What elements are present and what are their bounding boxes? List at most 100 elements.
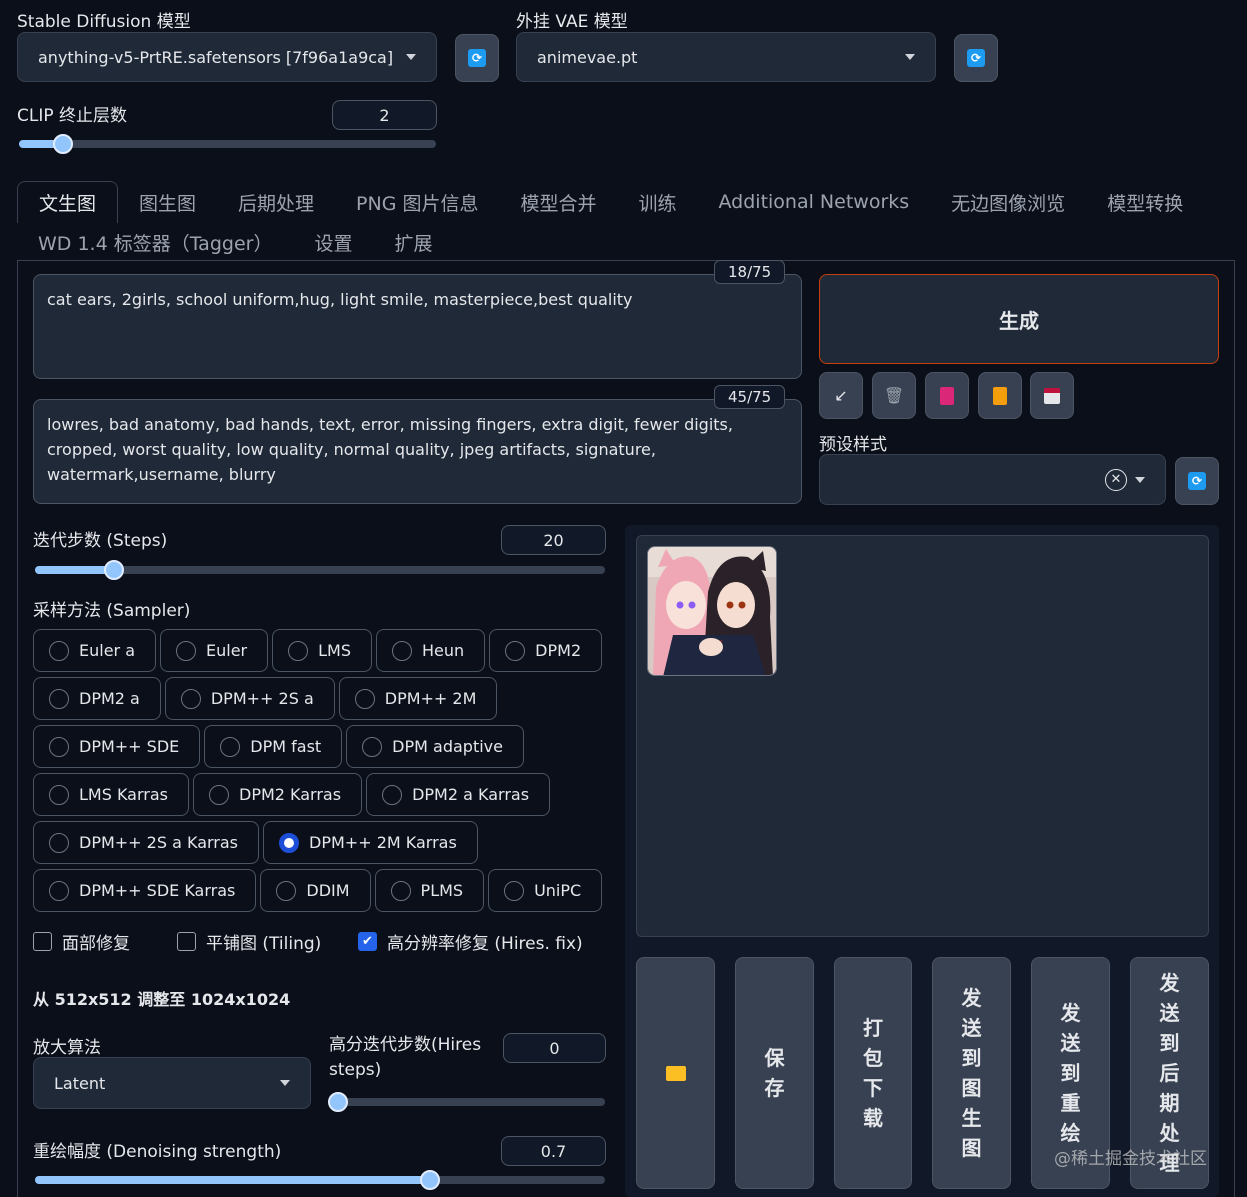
tab-2[interactable]: 后期处理	[217, 181, 335, 223]
sampler-option-dpm-sde[interactable]: DPM++ SDE	[33, 725, 201, 768]
sampler-option-dpm-2s-a-karras[interactable]: DPM++ 2S a Karras	[33, 821, 260, 864]
checkbox-box[interactable]	[177, 932, 196, 951]
vae-label: 外挂 VAE 模型	[516, 12, 628, 32]
sampler-option-dpm2[interactable]: DPM2	[489, 629, 603, 672]
apply-style-button[interactable]	[978, 372, 1022, 419]
tab-0[interactable]: 文生图	[17, 181, 119, 223]
sampler-option-dpm2-karras[interactable]: DPM2 Karras	[193, 773, 363, 816]
sampler-option-label: DPM2 Karras	[239, 785, 342, 804]
denoise-slider-handle[interactable]	[420, 1170, 440, 1190]
radio-dot[interactable]	[209, 784, 229, 805]
model-select[interactable]: anything-v5-PrtRE.safetensors [7f96a1a9c…	[17, 32, 437, 82]
read-params-button[interactable]: ↙	[819, 372, 863, 419]
sampler-option-dpm2-a[interactable]: DPM2 a	[33, 677, 161, 720]
radio-dot[interactable]	[505, 640, 526, 661]
vae-refresh-button[interactable]: ⟳	[954, 34, 998, 82]
sampler-label: 采样方法 (Sampler)	[33, 601, 191, 621]
radio-dot[interactable]	[176, 640, 197, 661]
chevron-down-icon	[280, 1080, 290, 1086]
extra-networks-button[interactable]	[925, 372, 969, 419]
tab-7[interactable]: 无边图像浏览	[930, 181, 1086, 223]
radio-dot[interactable]	[49, 784, 69, 805]
denoise-input[interactable]: 0.7	[501, 1136, 606, 1166]
radio-dot[interactable]	[382, 784, 403, 805]
radio-dot[interactable]	[362, 736, 383, 757]
vae-value: animevae.pt	[537, 47, 638, 67]
hires-steps-slider-handle[interactable]	[328, 1092, 348, 1112]
open-folder-button[interactable]	[636, 957, 715, 1189]
radio-dot[interactable]	[49, 880, 69, 901]
checkbox-label: 高分辨率修复 (Hires. fix)	[387, 934, 583, 954]
sampler-option-euler[interactable]: Euler	[160, 629, 269, 672]
radio-dot[interactable]	[279, 832, 300, 853]
zip-download-button[interactable]: 打包下载	[834, 957, 912, 1189]
steps-input[interactable]: 20	[501, 525, 606, 555]
tab-5[interactable]: 训练	[618, 181, 698, 223]
negative-prompt-textarea[interactable]: lowres, bad anatomy, bad hands, text, er…	[33, 399, 802, 504]
tab-8[interactable]: 模型转换	[1086, 181, 1204, 223]
tab-1[interactable]: 图生图	[118, 181, 217, 223]
radio-dot[interactable]	[180, 688, 201, 709]
sampler-option-lms[interactable]: LMS	[272, 629, 373, 672]
send-to-img2img-button[interactable]: 发送到图生图	[932, 957, 1011, 1189]
radio-dot[interactable]	[288, 640, 309, 661]
model-refresh-button[interactable]: ⟳	[455, 34, 499, 82]
sampler-option-dpm-2s-a[interactable]: DPM++ 2S a	[164, 677, 335, 720]
sampler-option-unipc[interactable]: UniPC	[488, 869, 603, 912]
radio-dot[interactable]	[504, 880, 525, 901]
radio-dot[interactable]	[354, 688, 375, 709]
sampler-option-dpm-adaptive[interactable]: DPM adaptive	[346, 725, 524, 768]
radio-dot[interactable]	[392, 640, 413, 661]
radio-dot[interactable]	[49, 832, 69, 853]
checkbox-box[interactable]	[33, 932, 52, 951]
sampler-option-label: LMS	[318, 641, 352, 660]
vae-select[interactable]: animevae.pt	[516, 32, 936, 82]
radio-dot[interactable]	[276, 880, 297, 901]
save-style-button[interactable]	[1030, 372, 1074, 419]
sampler-option-dpm-2m[interactable]: DPM++ 2M	[338, 677, 498, 720]
tab-4[interactable]: 模型合并	[499, 181, 617, 223]
clear-prompt-button[interactable]: 🗑	[872, 372, 916, 419]
steps-slider-handle[interactable]	[104, 560, 124, 580]
radio-dot[interactable]	[49, 736, 69, 757]
face-restore-checkbox[interactable]: 面部修复	[33, 929, 130, 954]
radio-dot[interactable]	[390, 880, 411, 901]
tab-row2-1[interactable]: 设置	[293, 221, 373, 263]
sampler-option-dpm-fast[interactable]: DPM fast	[204, 725, 343, 768]
clear-icon[interactable]: ✕	[1105, 468, 1127, 491]
save-button[interactable]: 保存	[735, 957, 814, 1189]
tiling-checkbox[interactable]: 平铺图 (Tiling)	[177, 929, 321, 954]
denoise-slider[interactable]	[35, 1176, 605, 1184]
tab-6[interactable]: Additional Networks	[698, 181, 931, 223]
prompt-textarea[interactable]: cat ears, 2girls, school uniform,hug, li…	[33, 274, 802, 379]
sampler-option-plms[interactable]: PLMS	[374, 869, 485, 912]
tab-row2-2[interactable]: 扩展	[373, 221, 453, 263]
clip-input[interactable]: 2	[332, 100, 437, 130]
hires-steps-input[interactable]: 0	[503, 1033, 606, 1063]
sampler-option-ddim[interactable]: DDIM	[260, 869, 371, 912]
hires-steps-slider[interactable]	[330, 1098, 605, 1106]
hires-fix-checkbox[interactable]: ✔ 高分辨率修复 (Hires. fix)	[358, 929, 583, 954]
sampler-option-lms-karras[interactable]: LMS Karras	[33, 773, 189, 816]
sampler-option-dpm-sde-karras[interactable]: DPM++ SDE Karras	[33, 869, 257, 912]
generated-image-thumbnail[interactable]	[647, 546, 777, 676]
tab-row2-0[interactable]: WD 1.4 标签器（Tagger）	[17, 221, 293, 263]
steps-slider-fill	[35, 566, 115, 574]
styles-select[interactable]: ✕	[819, 454, 1166, 505]
sampler-option-euler-a[interactable]: Euler a	[33, 629, 157, 672]
styles-refresh-button[interactable]: ⟳	[1175, 457, 1219, 505]
sampler-option-heun[interactable]: Heun	[376, 629, 486, 672]
radio-dot[interactable]	[49, 640, 69, 661]
upscaler-select[interactable]: Latent	[33, 1057, 311, 1109]
sampler-option-label: LMS Karras	[79, 785, 168, 804]
check-icon[interactable]: ✔	[358, 932, 377, 951]
sampler-option-dpm2-a-karras[interactable]: DPM2 a Karras	[366, 773, 551, 816]
clip-slider-handle[interactable]	[53, 134, 73, 154]
radio-dot[interactable]	[220, 736, 241, 757]
sampler-option-label: DPM2 a	[79, 689, 140, 708]
sampler-option-dpm-2m-karras[interactable]: DPM++ 2M Karras	[263, 821, 478, 864]
tab-3[interactable]: PNG 图片信息	[335, 181, 499, 223]
generate-button[interactable]: 生成	[819, 274, 1219, 364]
radio-dot[interactable]	[49, 688, 69, 709]
clip-slider[interactable]	[19, 140, 436, 148]
